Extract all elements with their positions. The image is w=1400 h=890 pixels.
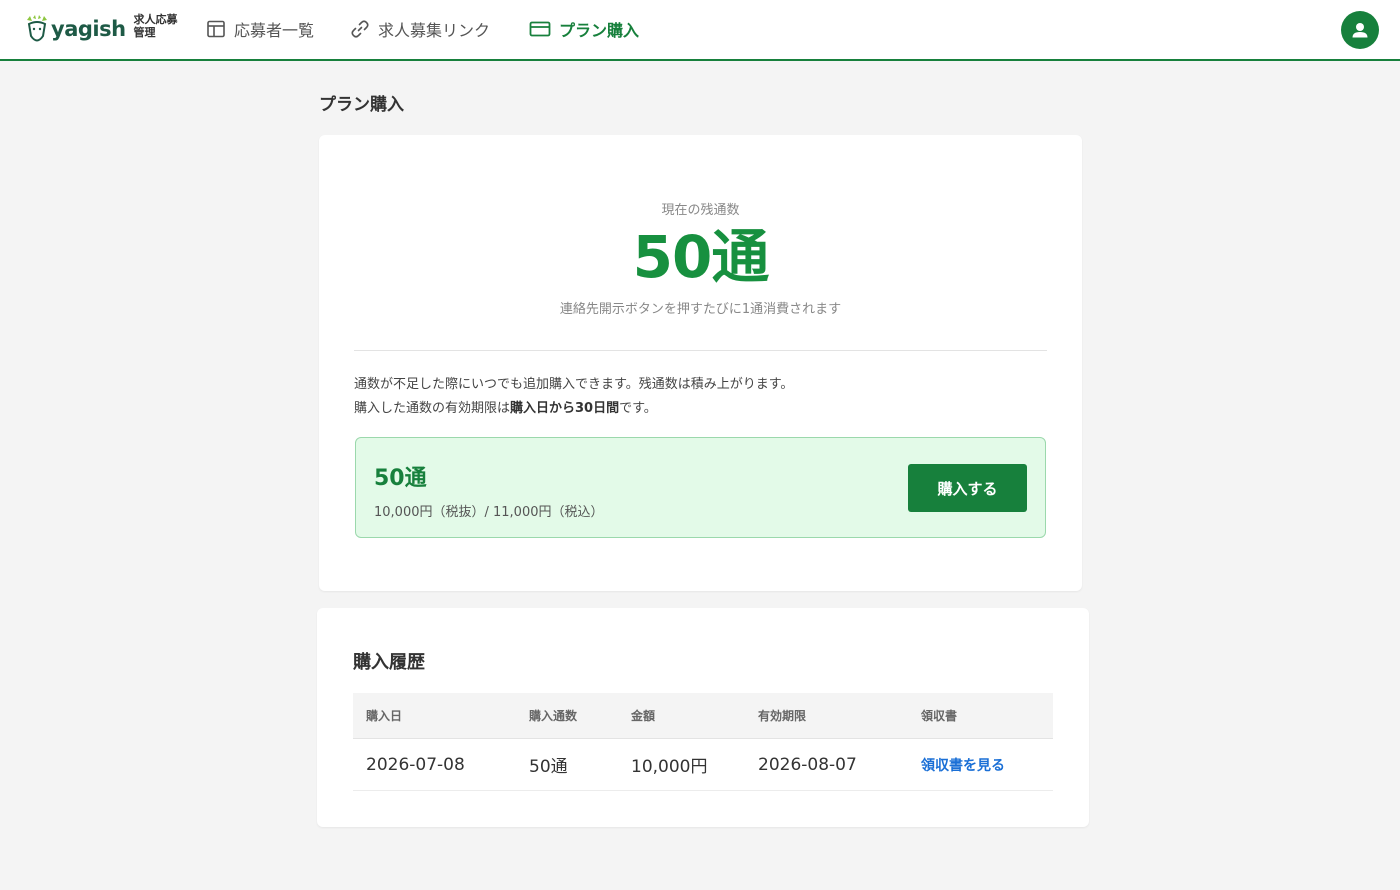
remaining-value: 50通 [632, 223, 770, 291]
top-navbar: yagish 求人応募 管理 応募者一覧 求人募集リンク プラン購入 [0, 0, 1400, 61]
nav-plan-purchase[interactable]: プラン購入 [529, 17, 639, 41]
purchase-description: 通数が不足した際にいつでも追加購入できます。残通数は積み上がります。 購入した通… [354, 373, 793, 421]
col-header-amount: 金額 [631, 709, 656, 723]
plan-name: 50通 [374, 466, 427, 491]
nav-applicants-label: 応募者一覧 [234, 21, 315, 40]
buy-button[interactable]: 購入する [908, 464, 1027, 512]
description-line2: 購入した通数の有効期限は購入日から30日間です。 [354, 397, 793, 421]
col-header-count: 購入通数 [529, 709, 578, 723]
page-title: プラン購入 [319, 95, 404, 115]
description-line1: 通数が不足した際にいつでも追加購入できます。残通数は積み上がります。 [354, 377, 794, 392]
col-header-date: 購入日 [366, 709, 403, 723]
user-icon [1352, 23, 1368, 38]
purchase-history-card: 購入履歴 購入日 購入通数 金額 有効期限 領収書 2026-07-08 50通… [317, 608, 1089, 827]
logo-subtitle-line1: 求人応募 [133, 13, 178, 26]
layout-icon [207, 20, 225, 38]
logo-subtitle: 求人応募 管理 [134, 13, 178, 39]
table-row: 2026-07-08 50通 10,000円 2026-08-07 領収書を見る [353, 739, 1053, 791]
description-line2-bold: 購入日から30日間 [510, 401, 620, 416]
user-avatar-button[interactable] [1341, 11, 1379, 49]
cell-amount: 10,000円 [631, 757, 708, 777]
plan-price: 10,000円（税抜）/ 11,000円（税込） [374, 505, 604, 520]
logo[interactable]: yagish 求人応募 管理 [24, 12, 178, 48]
goat-logo-icon [27, 15, 47, 42]
nav-job-links-label: 求人募集リンク [378, 21, 491, 40]
cell-expires: 2026-08-07 [758, 754, 857, 775]
cell-date: 2026-07-08 [366, 754, 465, 775]
credit-card-icon [529, 21, 551, 37]
link-icon [351, 20, 369, 38]
nav-plan-purchase-label: プラン購入 [559, 21, 640, 40]
description-line2-prefix: 購入した通数の有効期限は [354, 401, 511, 416]
history-title: 購入履歴 [353, 652, 425, 673]
col-header-expires: 有効期限 [758, 709, 807, 723]
logo-text: yagish [51, 17, 126, 41]
nav-applicants[interactable]: 応募者一覧 [206, 17, 314, 41]
table-header: 購入日 購入通数 金額 有効期限 領収書 [353, 693, 1053, 739]
history-table: 購入日 購入通数 金額 有効期限 領収書 2026-07-08 50通 10,0… [353, 693, 1053, 791]
divider [354, 350, 1047, 351]
remaining-note: 連絡先開示ボタンを押すたびに1通消費されます [559, 302, 842, 317]
plan-option-50: 50通 10,000円（税抜）/ 11,000円（税込） 購入する [355, 437, 1046, 538]
plan-card: 現在の残通数 50通 連絡先開示ボタンを押すたびに1通消費されます 通数が不足し… [319, 135, 1082, 591]
remaining-label: 現在の残通数 [661, 203, 740, 218]
view-receipt-link[interactable]: 領収書を見る [921, 739, 1005, 790]
nav-job-links[interactable]: 求人募集リンク [350, 17, 490, 41]
description-line2-suffix: です。 [619, 401, 657, 416]
col-header-receipt: 領収書 [921, 709, 958, 723]
cell-count: 50通 [529, 757, 568, 777]
logo-subtitle-line2: 管理 [133, 26, 156, 39]
